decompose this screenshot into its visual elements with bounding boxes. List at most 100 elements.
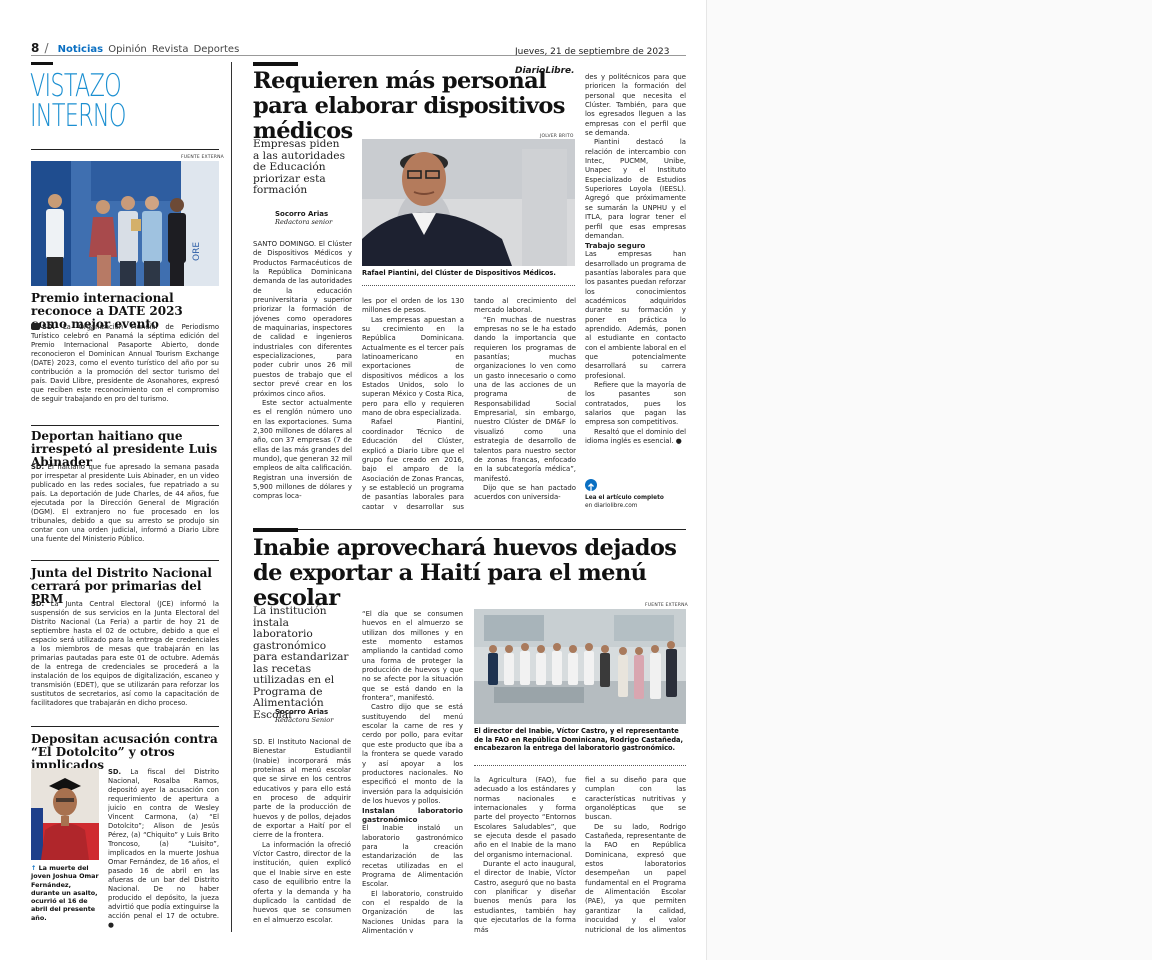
kitchen-lab-illustration: [474, 609, 686, 724]
student-portrait-photo: [31, 768, 99, 860]
article1-p11: Las empresas han desarrollado un program…: [585, 250, 686, 380]
article1-col4: des y politécnicos para que prioricen la…: [585, 73, 686, 468]
sidebar-rule-3: [31, 560, 219, 561]
article2-p5: El Inabie instaló un laboratorio gastron…: [362, 824, 463, 889]
award-photo-illustration: ORE: [31, 161, 219, 286]
page-header: 8 / Noticias Opinión Revista Deportes: [31, 37, 239, 56]
nav-revista[interactable]: Revista: [152, 44, 189, 55]
article2-p2: La información la ofreció Víctor Castro,…: [253, 840, 351, 924]
sidebar-story-4-tag: SD.: [108, 768, 122, 776]
article1-photo-caption: Rafael Piantini, del Clúster de Disposit…: [362, 269, 556, 277]
article1-p10: Piantini destacó la relación de intercam…: [585, 138, 686, 240]
sidebar-rule: [31, 149, 219, 150]
sidebar-story-2-tag: SD.: [31, 463, 45, 471]
article1-p8: Dijo que se han pactado acuerdos con uni…: [474, 483, 576, 502]
article1-p2: Este sector actualmente es el renglón nú…: [253, 398, 352, 501]
article2-photo-credit: FUENTE EXTERNA: [645, 603, 688, 608]
article1-col3: tando al crecimiento del mercado laboral…: [474, 297, 576, 509]
article1-p6: tando al crecimiento del mercado laboral…: [474, 297, 576, 315]
sidebar-rule-4: [31, 726, 219, 727]
article1-photo: [362, 139, 575, 266]
article2-p6: El laboratorio, construido con el respal…: [362, 889, 463, 933]
read-more-line2: en diariolibre.com: [585, 503, 638, 509]
article2-photo: [474, 609, 686, 724]
section-title: VISTAZO INTERNO: [30, 68, 126, 134]
sidebar-rule-2: [31, 425, 219, 426]
article1-headline[interactable]: Requieren más personal para elaborar dis…: [253, 69, 583, 144]
read-more-arrow: [588, 483, 594, 491]
read-more-link[interactable]: Lea el artículo completo en diariolibre.…: [585, 494, 686, 510]
article2-p7: la Agricultura (FAO), fue adecuado a los…: [474, 776, 576, 859]
article1-p5: Rafael Piantini, coordinador Técnico de …: [362, 418, 464, 509]
nav-noticias[interactable]: Noticias: [58, 44, 104, 55]
article1-byline: Socorro Arias Redactora senior: [275, 210, 332, 226]
newspaper-page: 8 / Noticias Opinión Revista Deportes Ju…: [0, 0, 706, 960]
article1-p9: des y politécnicos para que prioricen la…: [585, 73, 686, 138]
article2-author: Socorro Arias: [275, 708, 329, 716]
student-photo-caption-text: La muerte del joven Joshua Omar Fernánde…: [31, 864, 99, 922]
student-portrait-illustration: [31, 768, 99, 860]
nav-opinion[interactable]: Opinión: [108, 44, 147, 55]
article1-col1: SANTO DOMINGO. El Clúster de Dispositivo…: [253, 240, 352, 508]
camera-icon: [31, 323, 40, 330]
article1-top-mark: [253, 62, 298, 66]
article1-p4: Las empresas apuestan a su crecimiento e…: [362, 315, 464, 418]
sidebar-story-4-text: La fiscal del Distrito Nacional, Rosalba…: [108, 768, 219, 929]
article2-top-rule: [253, 529, 686, 530]
student-photo-caption: ↑ La muerte del joven Joshua Omar Fernán…: [31, 864, 101, 922]
award-photo: ORE: [31, 161, 219, 286]
article2-author-role: Redactora Senior: [275, 716, 334, 724]
article2-col1: SD. El Instituto Nacional de Bienestar E…: [253, 738, 351, 933]
article1-deck: Empresas piden a las autoridades de Educ…: [253, 138, 346, 196]
sidebar-story-4-body: SD. La fiscal del Distrito Nacional, Ros…: [108, 768, 219, 933]
sidebar-story-4-headline[interactable]: Depositan acusación contra “El Dotolcito…: [31, 733, 221, 772]
arrow-up-icon: ↑: [31, 864, 37, 872]
article2-top-mark: [253, 528, 298, 532]
sidebar-top-mark: [31, 62, 53, 65]
sidebar-divider: [231, 62, 232, 932]
sidebar-story-2-text: El haitiano que fue apresado la semana p…: [31, 463, 219, 543]
article1-p3: les por el orden de los 130 millones de …: [362, 297, 464, 315]
article1-p12: Refiere que la mayoría de los pasantes s…: [585, 381, 686, 427]
article1-col2: les por el orden de los 130 millones de …: [362, 297, 464, 509]
article1-p13: Resaltó que el dominio del idioma inglés…: [585, 427, 686, 446]
blank-margin: [706, 0, 1152, 960]
svg-text:ORE: ORE: [192, 242, 202, 261]
sidebar-story-3-text: La Junta Central Electoral (JCE) informó…: [31, 600, 219, 707]
article1-p7: “En muchas de nuestras empresas no se le…: [474, 315, 576, 483]
article2-p4: Castro dijo que se está sustituyendo del…: [362, 703, 463, 805]
article2-p10: De su lado, Rodrigo Castañeda, represent…: [585, 822, 686, 933]
page-number: 8: [31, 41, 40, 55]
piantini-photo-illustration: [362, 139, 575, 266]
caption-rule: [362, 285, 575, 286]
article2-col4: fiel a su diseño para que cumplan con la…: [585, 776, 686, 933]
header-rule: [31, 55, 686, 56]
sidebar-story-3-body: SD. La Junta Central Electoral (JCE) inf…: [31, 600, 219, 708]
section-title-line1: VISTAZO: [30, 68, 122, 104]
article2-p1: SD. El Instituto Nacional de Bienestar E…: [253, 738, 351, 840]
article2-subhead: Instalan laboratorio gastronómico: [362, 806, 463, 825]
sidebar-story-3-tag: SD.: [31, 600, 45, 608]
article2-p9: fiel a su diseño para que cumplan con la…: [585, 776, 686, 822]
article1-subhead: Trabajo seguro: [585, 241, 646, 251]
article1-author-role: Redactora senior: [275, 218, 333, 226]
article1-author: Socorro Arias: [275, 210, 329, 218]
read-more-line1: Lea el artículo completo: [585, 495, 664, 501]
article1-p1: SANTO DOMINGO. El Clúster de Dispositivo…: [253, 240, 352, 398]
article2-headline[interactable]: Inabie aprovechará huevos dejados de exp…: [253, 536, 686, 611]
read-more-icon: [585, 479, 597, 491]
section-title-line2: INTERNO: [30, 98, 126, 134]
article2-deck: La institución instala laboratorio gastr…: [253, 605, 349, 721]
page-slash: /: [44, 41, 49, 55]
nav-deportes[interactable]: Deportes: [194, 44, 240, 55]
article2-p8: Durante el acto inaugural, el director d…: [474, 860, 576, 933]
article2-byline: Socorro Arias Redactora Senior: [275, 708, 333, 724]
sidebar-story-1-text: La Organización Mundial de Periodismo Tu…: [31, 323, 219, 403]
sidebar-story-1-body: SD. La Organización Mundial de Periodism…: [31, 323, 219, 404]
caption-rule-2: [474, 765, 686, 766]
article2-col3: la Agricultura (FAO), fue adecuado a los…: [474, 776, 576, 933]
article2-p3: “El día que se consumen huevos en el alm…: [362, 610, 463, 703]
article2-photo-caption: El director del Inabie, Víctor Castro, y…: [474, 727, 683, 752]
article2-col2: “El día que se consumen huevos en el alm…: [362, 610, 463, 933]
sidebar-photo-credit: FUENTE EXTERNA: [181, 155, 224, 160]
